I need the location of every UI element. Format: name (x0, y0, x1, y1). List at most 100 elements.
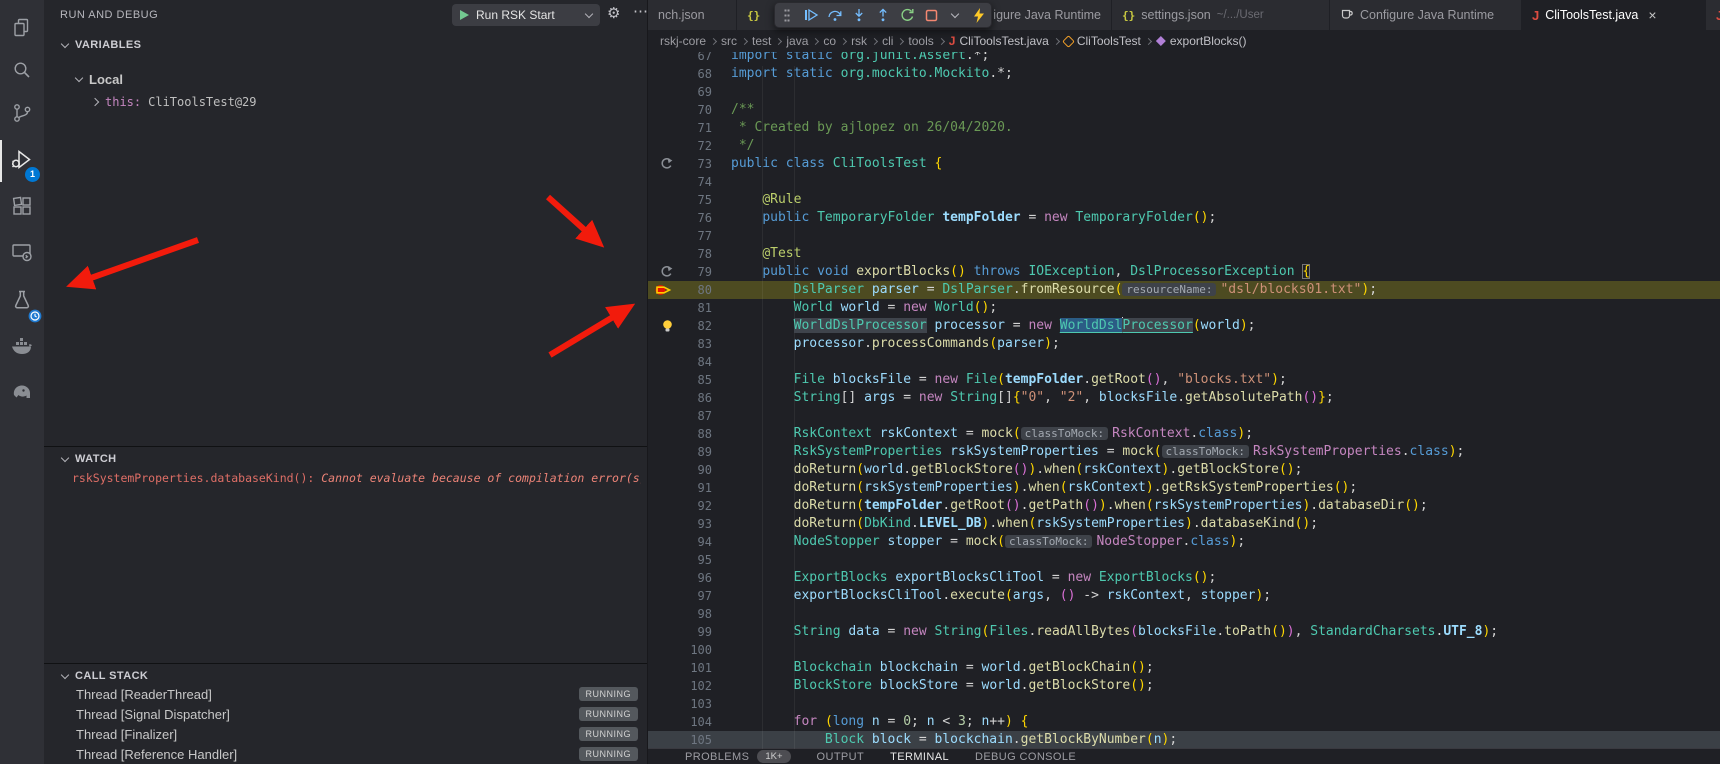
run-configuration-dropdown[interactable]: Run RSK Start (452, 4, 600, 26)
call-stack-thread[interactable]: Thread [ReaderThread]RUNNING (44, 684, 647, 704)
line-number: 67 (676, 52, 712, 65)
code-editor[interactable]: 67import static org.junit.Assert.*;68imp… (648, 52, 1720, 749)
gutter (648, 623, 676, 641)
editor-tab-clipped[interactable]: J (1706, 0, 1720, 30)
editor-tab-clitoolstest.java[interactable]: JCliToolsTest.java× (1522, 0, 1706, 30)
breadcrumb-item[interactable]: test (752, 34, 771, 48)
breadcrumb-separator-icon (871, 37, 878, 44)
gutter (648, 731, 676, 749)
continue-icon[interactable] (802, 6, 820, 24)
breadcrumb: rskj-core src test java co rsk cli tools JCliToo… (648, 30, 1720, 52)
line-number: 74 (676, 173, 712, 191)
variables-section-header[interactable]: VARIABLES (44, 34, 647, 56)
panel-tab-output[interactable]: OUTPUT (817, 751, 865, 763)
gutter (648, 83, 676, 101)
code-line-91: 91 doReturn(rskSystemProperties).when(rs… (648, 479, 1720, 497)
close-icon[interactable]: × (1648, 7, 1656, 23)
method-symbol-icon (1156, 36, 1166, 46)
code-line-74: 74 (648, 173, 1720, 191)
call-stack-thread[interactable]: Thread [Reference Handler]RUNNING (44, 744, 647, 764)
hot-code-replace-icon[interactable] (970, 6, 988, 24)
line-text: exportBlocksCliTool.execute(args, () -> … (712, 587, 1271, 605)
gutter-bulb-icon[interactable] (648, 317, 676, 335)
testing-clock-badge (28, 309, 42, 323)
panel-tab-debug-console[interactable]: DEBUG CONSOLE (975, 751, 1076, 763)
gutter (648, 587, 676, 605)
breadcrumb-item[interactable]: JCliToolsTest.java (949, 34, 1049, 48)
java-runtime-icon (1340, 7, 1354, 23)
code-line-105: 105 Block block = blockchain.getBlockByN… (648, 731, 1720, 749)
editor-tab-settings.json[interactable]: {}settings.json~/.../User (1112, 0, 1330, 30)
java-file-icon: J (1716, 8, 1720, 23)
gutter (648, 299, 676, 317)
breadcrumb-item[interactable]: java (786, 34, 808, 48)
line-number: 101 (676, 659, 712, 677)
gutter (648, 515, 676, 533)
breadcrumb-item[interactable]: cli (882, 34, 893, 48)
step-into-icon[interactable] (850, 6, 868, 24)
breadcrumb-label: test (752, 34, 771, 48)
gutter-bp-icon[interactable] (648, 281, 676, 299)
line-number: 77 (676, 227, 712, 245)
breadcrumb-item[interactable]: exportBlocks() (1156, 34, 1247, 48)
variables-scope-local[interactable]: Local (44, 68, 647, 90)
breadcrumb-item[interactable]: co (823, 34, 836, 48)
gutter (648, 407, 676, 425)
line-text: File blocksFile = new File(tempFolder.ge… (712, 371, 1287, 389)
watch-expression-row[interactable]: rskSystemProperties.databaseKind(): Cann… (72, 471, 641, 489)
toolbar-drag-grip[interactable] (778, 6, 796, 24)
step-out-icon[interactable] (874, 6, 892, 24)
testing-icon[interactable] (0, 280, 44, 320)
line-text: for (long n = 0; n < 3; n++) { (712, 713, 1028, 731)
extensions-icon[interactable] (0, 187, 44, 227)
breadcrumb-item[interactable]: rsk (851, 34, 867, 48)
line-number: 83 (676, 335, 712, 353)
code-line-87: 87 (648, 407, 1720, 425)
line-number: 86 (676, 389, 712, 407)
json-file-icon: {} (747, 9, 760, 22)
panel-tab-problems[interactable]: PROBLEMS1K+ (685, 750, 791, 763)
breadcrumb-item[interactable]: src (721, 34, 737, 48)
gradle-icon[interactable] (0, 372, 44, 412)
stop-icon[interactable] (922, 6, 940, 24)
variable-this[interactable]: this: CliToolsTest@29 (44, 91, 647, 113)
code-line-67: 67import static org.junit.Assert.*; (648, 52, 1720, 65)
panel-tab-terminal[interactable]: TERMINAL (890, 751, 949, 763)
watch-section-header[interactable]: WATCH (44, 448, 647, 470)
code-line-102: 102 BlockStore blockStore = world.getBlo… (648, 677, 1720, 695)
stop-menu-chevron-icon[interactable] (946, 6, 964, 24)
run-and-debug-icon[interactable]: 1 (0, 140, 44, 180)
gutter-fold-icon[interactable] (648, 263, 676, 281)
line-number: 90 (676, 461, 712, 479)
editor-tab-nch.json[interactable]: nch.json (648, 0, 737, 30)
breadcrumb-item[interactable]: CliToolsTest (1064, 34, 1141, 48)
remote-explorer-icon[interactable] (0, 232, 44, 272)
code-line-78: 78 @Test (648, 245, 1720, 263)
line-text: * Created by ajlopez on 26/04/2020. (712, 119, 1013, 137)
restart-icon[interactable] (898, 6, 916, 24)
docker-icon[interactable] (0, 326, 44, 366)
step-over-icon[interactable] (826, 6, 844, 24)
gutter-fold-icon[interactable] (648, 155, 676, 173)
line-text: World world = new World(); (712, 299, 997, 317)
call-stack-thread[interactable]: Thread [Signal Dispatcher]RUNNING (44, 704, 647, 724)
panel-tab-label: PROBLEMS (685, 751, 749, 763)
line-text: ExportBlocks exportBlocksCliTool = new E… (712, 569, 1216, 587)
breadcrumb-separator-icon (741, 37, 748, 44)
code-line-69: 69 (648, 83, 1720, 101)
tab-label: settings.json (1141, 8, 1210, 22)
editor-tab-configure-java-runtime[interactable]: Configure Java Runtime (1330, 0, 1522, 30)
line-text: Block block = blockchain.getBlockByNumbe… (712, 731, 1177, 749)
explorer-icon[interactable] (0, 8, 44, 48)
breadcrumb-item[interactable]: tools (908, 34, 933, 48)
gutter (648, 371, 676, 389)
line-number: 72 (676, 137, 712, 155)
call-stack-thread[interactable]: Thread [Finalizer]RUNNING (44, 724, 647, 744)
more-actions-icon[interactable]: ⋯ (633, 2, 649, 20)
start-debug-icon[interactable] (460, 10, 469, 20)
gutter (648, 209, 676, 227)
gear-icon[interactable]: ⚙ (607, 4, 620, 22)
breadcrumb-item[interactable]: rskj-core (660, 34, 706, 48)
search-icon[interactable] (0, 50, 44, 90)
source-control-icon[interactable] (0, 93, 44, 133)
